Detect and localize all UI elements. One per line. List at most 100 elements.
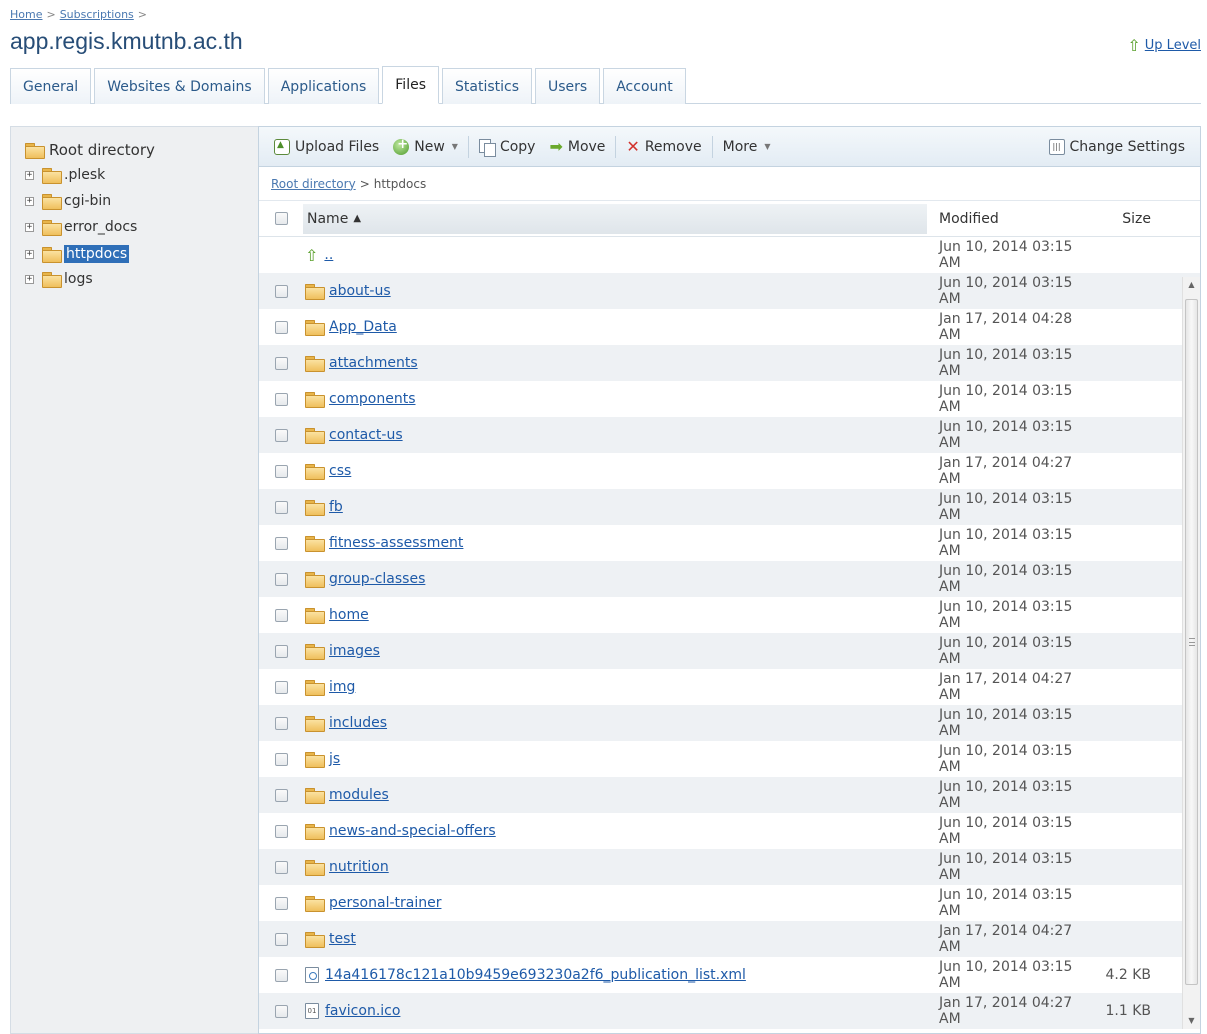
- row-checkbox[interactable]: [274, 356, 288, 370]
- breadcrumb-home[interactable]: Home: [10, 8, 42, 21]
- tree-item-cgi-bin[interactable]: + cgi-bin: [25, 193, 111, 210]
- row-checkbox[interactable]: [274, 968, 288, 982]
- row-checkbox[interactable]: [274, 608, 288, 622]
- file-name-link[interactable]: fitness-assessment: [329, 535, 463, 551]
- scroll-down-arrow-icon[interactable]: ▼: [1183, 1013, 1200, 1029]
- expand-icon[interactable]: +: [25, 222, 34, 232]
- file-name-link[interactable]: js: [329, 751, 340, 767]
- file-name-link[interactable]: modules: [329, 787, 389, 803]
- up-level-link[interactable]: ⇧ Up Level: [1127, 36, 1201, 55]
- parent-directory-row[interactable]: ⇧ .. Jun 10, 2014 03:15 AM: [259, 237, 1200, 273]
- file-name-link[interactable]: App_Data: [329, 319, 397, 335]
- more-button[interactable]: More ▼: [716, 134, 778, 160]
- scroll-thumb[interactable]: [1185, 299, 1198, 985]
- expand-icon[interactable]: +: [25, 170, 34, 180]
- table-row[interactable]: css Jan 17, 2014 04:27 AM: [259, 453, 1200, 489]
- table-row[interactable]: about-us Jun 10, 2014 03:15 AM: [259, 273, 1200, 309]
- table-row[interactable]: contact-us Jun 10, 2014 03:15 AM: [259, 417, 1200, 453]
- expand-icon[interactable]: +: [25, 196, 34, 206]
- file-name-link[interactable]: group-classes: [329, 571, 425, 587]
- name-column-header[interactable]: Name ▲: [303, 203, 927, 234]
- file-name-link[interactable]: personal-trainer: [329, 895, 441, 911]
- table-row[interactable]: modules Jun 10, 2014 03:15 AM: [259, 777, 1200, 813]
- file-name-link[interactable]: favicon.ico: [325, 1003, 400, 1019]
- row-checkbox[interactable]: [274, 752, 288, 766]
- row-checkbox[interactable]: [274, 320, 288, 334]
- row-checkbox[interactable]: [274, 428, 288, 442]
- tab-websites-domains[interactable]: Websites & Domains: [94, 68, 265, 104]
- row-checkbox[interactable]: [274, 860, 288, 874]
- tree-item-logs[interactable]: + logs: [25, 271, 93, 288]
- tree-item-plesk[interactable]: + .plesk: [25, 167, 105, 184]
- modified-column-header[interactable]: Modified: [927, 211, 1097, 227]
- parent-directory-link[interactable]: ..: [324, 247, 333, 263]
- row-checkbox[interactable]: [274, 500, 288, 514]
- row-checkbox[interactable]: [274, 644, 288, 658]
- table-row[interactable]: attachments Jun 10, 2014 03:15 AM: [259, 345, 1200, 381]
- file-name-link[interactable]: includes: [329, 715, 387, 731]
- upload-files-button[interactable]: Upload Files: [267, 134, 386, 160]
- table-row[interactable]: fitness-assessment Jun 10, 2014 03:15 AM: [259, 525, 1200, 561]
- table-row[interactable]: 01 favicon.ico Jan 17, 2014 04:27 AM 1.1 KB: [259, 993, 1200, 1029]
- tree-root[interactable]: Root directory: [25, 141, 155, 159]
- tab-users[interactable]: Users: [535, 68, 601, 104]
- select-all-checkbox[interactable]: [274, 212, 288, 225]
- table-row[interactable]: components Jun 10, 2014 03:15 AM: [259, 381, 1200, 417]
- remove-button[interactable]: ✕ Remove: [619, 134, 708, 160]
- table-row[interactable]: App_Data Jan 17, 2014 04:28 AM: [259, 309, 1200, 345]
- table-row[interactable]: news-and-special-offers Jun 10, 2014 03:1…: [259, 813, 1200, 849]
- vertical-scrollbar[interactable]: ▲ ▼: [1182, 277, 1200, 1029]
- table-row[interactable]: includes Jun 10, 2014 03:15 AM: [259, 705, 1200, 741]
- row-checkbox[interactable]: [274, 932, 288, 946]
- table-row[interactable]: js Jun 10, 2014 03:15 AM: [259, 741, 1200, 777]
- up-level-label[interactable]: Up Level: [1145, 38, 1201, 53]
- file-name-link[interactable]: test: [329, 931, 356, 947]
- file-name-link[interactable]: attachments: [329, 355, 418, 371]
- row-checkbox[interactable]: [274, 788, 288, 802]
- file-name-link[interactable]: about-us: [329, 283, 391, 299]
- table-row[interactable]: test Jan 17, 2014 04:27 AM: [259, 921, 1200, 957]
- file-name-link[interactable]: home: [329, 607, 369, 623]
- scroll-up-arrow-icon[interactable]: ▲: [1183, 277, 1200, 293]
- table-row[interactable]: images Jun 10, 2014 03:15 AM: [259, 633, 1200, 669]
- file-name-link[interactable]: contact-us: [329, 427, 403, 443]
- row-checkbox[interactable]: [274, 1004, 288, 1018]
- tree-item-error-docs[interactable]: + error_docs: [25, 219, 137, 236]
- row-checkbox[interactable]: [274, 464, 288, 478]
- path-root-link[interactable]: Root directory: [271, 177, 356, 191]
- row-checkbox[interactable]: [274, 680, 288, 694]
- row-checkbox[interactable]: [274, 284, 288, 298]
- row-checkbox[interactable]: [274, 392, 288, 406]
- new-button[interactable]: New ▼: [386, 134, 465, 160]
- size-column-header[interactable]: Size: [1097, 211, 1161, 227]
- table-row[interactable]: 14a416178c121a10b9459e693230a2f6_publica…: [259, 957, 1200, 993]
- copy-button[interactable]: Copy: [472, 134, 543, 160]
- tab-account[interactable]: Account: [603, 68, 686, 104]
- row-checkbox[interactable]: [274, 824, 288, 838]
- table-row[interactable]: nutrition Jun 10, 2014 03:15 AM: [259, 849, 1200, 885]
- table-row[interactable]: img Jan 17, 2014 04:27 AM: [259, 669, 1200, 705]
- row-checkbox[interactable]: [274, 716, 288, 730]
- tab-files[interactable]: Files: [382, 66, 439, 104]
- row-checkbox[interactable]: [274, 536, 288, 550]
- tab-general[interactable]: General: [10, 68, 92, 104]
- table-row[interactable]: group-classes Jun 10, 2014 03:15 AM: [259, 561, 1200, 597]
- change-settings-button[interactable]: ||| Change Settings: [1042, 134, 1192, 160]
- expand-icon[interactable]: +: [25, 249, 34, 259]
- file-name-link[interactable]: images: [329, 643, 380, 659]
- tree-item-httpdocs[interactable]: + httpdocs: [25, 245, 130, 263]
- file-name-link[interactable]: components: [329, 391, 416, 407]
- tab-applications[interactable]: Applications: [267, 68, 380, 104]
- move-button[interactable]: ➡ Move: [542, 134, 612, 160]
- row-checkbox[interactable]: [274, 572, 288, 586]
- expand-icon[interactable]: +: [25, 274, 34, 284]
- file-name-link[interactable]: css: [329, 463, 351, 479]
- breadcrumb-subscriptions[interactable]: Subscriptions: [60, 8, 134, 21]
- table-row[interactable]: fb Jun 10, 2014 03:15 AM: [259, 489, 1200, 525]
- file-name-link[interactable]: img: [329, 679, 355, 695]
- file-name-link[interactable]: fb: [329, 499, 343, 515]
- file-name-link[interactable]: 14a416178c121a10b9459e693230a2f6_publica…: [325, 967, 746, 983]
- tab-statistics[interactable]: Statistics: [442, 68, 532, 104]
- table-row[interactable]: home Jun 10, 2014 03:15 AM: [259, 597, 1200, 633]
- table-row[interactable]: personal-trainer Jun 10, 2014 03:15 AM: [259, 885, 1200, 921]
